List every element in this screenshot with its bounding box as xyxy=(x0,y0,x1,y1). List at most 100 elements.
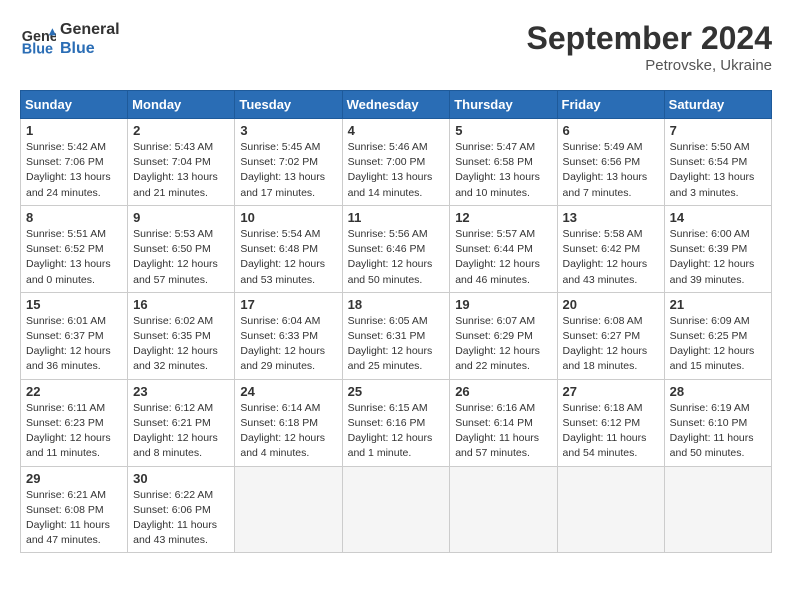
day-info: Sunrise: 5:56 AM Sunset: 6:46 PM Dayligh… xyxy=(348,227,445,288)
calendar-day: 21Sunrise: 6:09 AM Sunset: 6:25 PM Dayli… xyxy=(664,292,771,379)
day-number: 29 xyxy=(26,471,122,486)
calendar-day: 22 Sunrise: 6:11 AM Sunset: 6:23 PM Dayli… xyxy=(21,379,128,466)
day-number: 19 xyxy=(455,297,551,312)
day-info: Sunrise: 5:50 AM Sunset: 6:54 PM Dayligh… xyxy=(670,140,766,201)
calendar-day: 23 Sunrise: 6:12 AM Sunset: 6:21 PM Dayli… xyxy=(128,379,235,466)
calendar-day xyxy=(664,466,771,553)
calendar-day: 8 Sunrise: 5:51 AM Sunset: 6:52 PM Daylig… xyxy=(21,205,128,292)
day-info: Sunrise: 6:18 AM Sunset: 6:12 PM Dayligh… xyxy=(563,401,659,462)
day-number: 5 xyxy=(455,123,551,138)
calendar-day: 9Sunrise: 5:53 AM Sunset: 6:50 PM Daylig… xyxy=(128,205,235,292)
calendar-day: 1 Sunrise: 5:42 AM Sunset: 7:06 PM Daylig… xyxy=(21,119,128,206)
day-info: Sunrise: 5:43 AM Sunset: 7:04 PM Dayligh… xyxy=(133,140,229,201)
week-row-2: 8 Sunrise: 5:51 AM Sunset: 6:52 PM Daylig… xyxy=(21,205,772,292)
calendar-day: 26Sunrise: 6:16 AM Sunset: 6:14 PM Dayli… xyxy=(450,379,557,466)
calendar-day: 15 Sunrise: 6:01 AM Sunset: 6:37 PM Dayli… xyxy=(21,292,128,379)
day-number: 12 xyxy=(455,210,551,225)
day-number: 22 xyxy=(26,384,122,399)
calendar-day: 24Sunrise: 6:14 AM Sunset: 6:18 PM Dayli… xyxy=(235,379,342,466)
day-info: Sunrise: 5:53 AM Sunset: 6:50 PM Dayligh… xyxy=(133,227,229,288)
day-info: Sunrise: 6:00 AM Sunset: 6:39 PM Dayligh… xyxy=(670,227,766,288)
day-info: Sunrise: 5:54 AM Sunset: 6:48 PM Dayligh… xyxy=(240,227,336,288)
day-info: Sunrise: 6:12 AM Sunset: 6:21 PM Dayligh… xyxy=(133,401,229,462)
calendar-day: 16 Sunrise: 6:02 AM Sunset: 6:35 PM Dayli… xyxy=(128,292,235,379)
day-number: 23 xyxy=(133,384,229,399)
logo-icon: General Blue xyxy=(20,21,56,57)
title-block: September 2024 Petrovske, Ukraine xyxy=(527,20,772,74)
day-number: 16 xyxy=(133,297,229,312)
location-subtitle: Petrovske, Ukraine xyxy=(527,57,772,74)
day-number: 8 xyxy=(26,210,122,225)
calendar-day xyxy=(342,466,450,553)
calendar-header-row: Sunday Monday Tuesday Wednesday Thursday… xyxy=(21,91,772,119)
calendar-day: 20 Sunrise: 6:08 AM Sunset: 6:27 PM Dayli… xyxy=(557,292,664,379)
day-info: Sunrise: 5:46 AM Sunset: 7:00 PM Dayligh… xyxy=(348,140,445,201)
calendar-day: 17 Sunrise: 6:04 AM Sunset: 6:33 PM Dayli… xyxy=(235,292,342,379)
calendar-day xyxy=(235,466,342,553)
day-number: 1 xyxy=(26,123,122,138)
day-number: 21 xyxy=(670,297,766,312)
day-number: 25 xyxy=(348,384,445,399)
calendar-day xyxy=(557,466,664,553)
calendar-day: 27 Sunrise: 6:18 AM Sunset: 6:12 PM Dayli… xyxy=(557,379,664,466)
calendar-day: 7 Sunrise: 5:50 AM Sunset: 6:54 PM Daylig… xyxy=(664,119,771,206)
day-info: Sunrise: 5:42 AM Sunset: 7:06 PM Dayligh… xyxy=(26,140,122,201)
col-wednesday: Wednesday xyxy=(342,91,450,119)
day-info: Sunrise: 6:15 AM Sunset: 6:16 PM Dayligh… xyxy=(348,401,445,462)
month-title: September 2024 xyxy=(527,20,772,57)
calendar-day xyxy=(450,466,557,553)
day-number: 4 xyxy=(348,123,445,138)
col-thursday: Thursday xyxy=(450,91,557,119)
day-number: 10 xyxy=(240,210,336,225)
col-friday: Friday xyxy=(557,91,664,119)
calendar-day: 2 Sunrise: 5:43 AM Sunset: 7:04 PM Daylig… xyxy=(128,119,235,206)
day-info: Sunrise: 6:07 AM Sunset: 6:29 PM Dayligh… xyxy=(455,314,551,375)
col-sunday: Sunday xyxy=(21,91,128,119)
day-info: Sunrise: 6:05 AM Sunset: 6:31 PM Dayligh… xyxy=(348,314,445,375)
calendar-day: 14 Sunrise: 6:00 AM Sunset: 6:39 PM Dayli… xyxy=(664,205,771,292)
day-number: 11 xyxy=(348,210,445,225)
calendar-day: 6Sunrise: 5:49 AM Sunset: 6:56 PM Daylig… xyxy=(557,119,664,206)
day-info: Sunrise: 5:51 AM Sunset: 6:52 PM Dayligh… xyxy=(26,227,122,288)
calendar-day: 19 Sunrise: 6:07 AM Sunset: 6:29 PM Dayli… xyxy=(450,292,557,379)
day-info: Sunrise: 5:45 AM Sunset: 7:02 PM Dayligh… xyxy=(240,140,336,201)
week-row-4: 22 Sunrise: 6:11 AM Sunset: 6:23 PM Dayli… xyxy=(21,379,772,466)
day-number: 26 xyxy=(455,384,551,399)
day-info: Sunrise: 6:19 AM Sunset: 6:10 PM Dayligh… xyxy=(670,401,766,462)
day-info: Sunrise: 5:58 AM Sunset: 6:42 PM Dayligh… xyxy=(563,227,659,288)
day-number: 7 xyxy=(670,123,766,138)
week-row-5: 29Sunrise: 6:21 AM Sunset: 6:08 PM Dayli… xyxy=(21,466,772,553)
calendar-day: 18Sunrise: 6:05 AM Sunset: 6:31 PM Dayli… xyxy=(342,292,450,379)
calendar-day: 25 Sunrise: 6:15 AM Sunset: 6:16 PM Dayli… xyxy=(342,379,450,466)
col-monday: Monday xyxy=(128,91,235,119)
day-number: 15 xyxy=(26,297,122,312)
day-info: Sunrise: 5:49 AM Sunset: 6:56 PM Dayligh… xyxy=(563,140,659,201)
calendar-day: 12 Sunrise: 5:57 AM Sunset: 6:44 PM Dayli… xyxy=(450,205,557,292)
logo-text: General Blue xyxy=(60,20,120,58)
calendar-day: 3Sunrise: 5:45 AM Sunset: 7:02 PM Daylig… xyxy=(235,119,342,206)
calendar-day: 4 Sunrise: 5:46 AM Sunset: 7:00 PM Daylig… xyxy=(342,119,450,206)
calendar-day: 13 Sunrise: 5:58 AM Sunset: 6:42 PM Dayli… xyxy=(557,205,664,292)
svg-text:Blue: Blue xyxy=(22,42,53,58)
day-info: Sunrise: 5:57 AM Sunset: 6:44 PM Dayligh… xyxy=(455,227,551,288)
week-row-1: 1 Sunrise: 5:42 AM Sunset: 7:06 PM Daylig… xyxy=(21,119,772,206)
day-info: Sunrise: 6:08 AM Sunset: 6:27 PM Dayligh… xyxy=(563,314,659,375)
calendar-day: 10 Sunrise: 5:54 AM Sunset: 6:48 PM Dayli… xyxy=(235,205,342,292)
day-info: Sunrise: 6:22 AM Sunset: 6:06 PM Dayligh… xyxy=(133,488,229,549)
calendar-day: 29Sunrise: 6:21 AM Sunset: 6:08 PM Dayli… xyxy=(21,466,128,553)
week-row-3: 15 Sunrise: 6:01 AM Sunset: 6:37 PM Dayli… xyxy=(21,292,772,379)
day-info: Sunrise: 6:02 AM Sunset: 6:35 PM Dayligh… xyxy=(133,314,229,375)
day-number: 13 xyxy=(563,210,659,225)
day-info: Sunrise: 6:11 AM Sunset: 6:23 PM Dayligh… xyxy=(26,401,122,462)
day-number: 14 xyxy=(670,210,766,225)
day-info: Sunrise: 5:47 AM Sunset: 6:58 PM Dayligh… xyxy=(455,140,551,201)
day-number: 20 xyxy=(563,297,659,312)
day-info: Sunrise: 6:04 AM Sunset: 6:33 PM Dayligh… xyxy=(240,314,336,375)
col-tuesday: Tuesday xyxy=(235,91,342,119)
day-number: 2 xyxy=(133,123,229,138)
day-number: 28 xyxy=(670,384,766,399)
day-number: 17 xyxy=(240,297,336,312)
calendar-day: 11 Sunrise: 5:56 AM Sunset: 6:46 PM Dayli… xyxy=(342,205,450,292)
day-number: 27 xyxy=(563,384,659,399)
day-info: Sunrise: 6:01 AM Sunset: 6:37 PM Dayligh… xyxy=(26,314,122,375)
